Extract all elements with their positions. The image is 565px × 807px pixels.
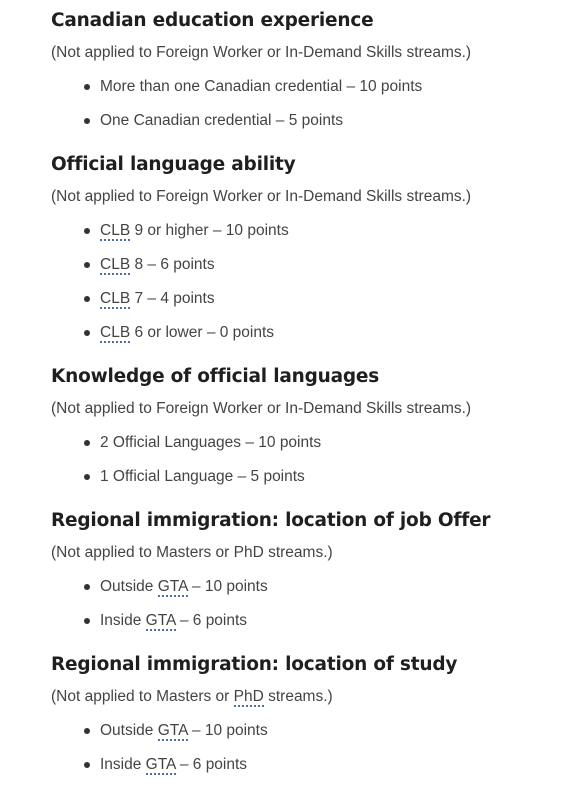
points-list: Outside GTA – 10 points Inside GTA – 6 p… (51, 714, 545, 782)
bullet-icon (84, 330, 90, 336)
section-heading: Canadian education experience (51, 10, 374, 31)
bullet-icon (84, 762, 90, 768)
gta-abbreviation[interactable]: GTA (145, 612, 176, 631)
item-prefix: Inside (100, 756, 146, 773)
list-item: More than one Canadian credential – 10 p… (84, 70, 545, 104)
section-heading: Knowledge of official languages (51, 366, 380, 387)
main-content: Canadian education experience (Not appli… (0, 0, 565, 782)
points-list: 2 Official Languages – 10 points 1 Offic… (51, 426, 545, 494)
gta-abbreviation[interactable]: GTA (157, 722, 188, 741)
list-item: 1 Official Language – 5 points (84, 460, 545, 494)
bullet-icon (84, 440, 90, 446)
points-list: CLB 9 or higher – 10 points CLB 8 – 6 po… (51, 214, 545, 350)
list-item: CLB 8 – 6 points (84, 248, 545, 282)
section-note: (Not applied to Foreign Worker or In-Dem… (51, 400, 472, 417)
note-suffix: streams.) (263, 688, 333, 705)
item-prefix: Inside (100, 612, 146, 629)
section-note: (Not applied to Foreign Worker or In-Dem… (51, 44, 472, 61)
list-item: One Canadian credential – 5 points (84, 104, 545, 138)
item-prefix: Outside (100, 722, 158, 739)
item-text: 8 – 6 points (130, 256, 215, 273)
item-text: – 10 points (187, 722, 268, 739)
section-regional-study: Regional immigration: location of study … (51, 650, 545, 782)
item-text: One Canadian credential – 5 points (100, 112, 343, 129)
points-list: Outside GTA – 10 points Inside GTA – 6 p… (51, 570, 545, 638)
section-note: (Not applied to Masters or PhD streams.) (51, 680, 545, 714)
item-text: 6 or lower – 0 points (130, 324, 275, 341)
list-item: Outside GTA – 10 points (84, 570, 545, 604)
item-text: – 6 points (175, 756, 248, 773)
list-item: Inside GTA – 6 points (84, 748, 545, 782)
points-list: More than one Canadian credential – 10 p… (51, 70, 545, 138)
section-heading: Regional immigration: location of study (51, 654, 458, 675)
bullet-icon (84, 296, 90, 302)
item-text: – 10 points (187, 578, 268, 595)
section-canadian-education: Canadian education experience (Not appli… (51, 6, 545, 138)
list-item: CLB 7 – 4 points (84, 282, 545, 316)
item-text: More than one Canadian credential – 10 p… (100, 78, 423, 95)
section-heading: Regional immigration: location of job Of… (51, 510, 491, 531)
item-text: 2 Official Languages – 10 points (100, 434, 322, 451)
item-prefix: Outside (100, 578, 158, 595)
clb-abbreviation[interactable]: CLB (100, 256, 131, 275)
item-text: – 6 points (175, 612, 248, 629)
bullet-icon (84, 474, 90, 480)
list-item: 2 Official Languages – 10 points (84, 426, 545, 460)
bullet-icon (84, 118, 90, 124)
clb-abbreviation[interactable]: CLB (100, 222, 131, 241)
bullet-icon (84, 262, 90, 268)
item-text: 7 – 4 points (130, 290, 215, 307)
gta-abbreviation[interactable]: GTA (145, 756, 176, 775)
item-text: 1 Official Language – 5 points (100, 468, 305, 485)
section-note: (Not applied to Foreign Worker or In-Dem… (51, 188, 472, 205)
clb-abbreviation[interactable]: CLB (100, 290, 131, 309)
phd-abbreviation[interactable]: PhD (233, 688, 264, 707)
list-item: Outside GTA – 10 points (84, 714, 545, 748)
bullet-icon (84, 84, 90, 90)
list-item: CLB 9 or higher – 10 points (84, 214, 545, 248)
bullet-icon (84, 584, 90, 590)
bullet-icon (84, 228, 90, 234)
note-prefix: (Not applied to Masters or (51, 688, 234, 705)
gta-abbreviation[interactable]: GTA (157, 578, 188, 597)
clb-abbreviation[interactable]: CLB (100, 324, 131, 343)
bullet-icon (84, 618, 90, 624)
section-note: (Not applied to Masters or PhD streams.) (51, 544, 333, 561)
section-knowledge-official-languages: Knowledge of official languages (Not app… (51, 362, 545, 494)
item-text: 9 or higher – 10 points (130, 222, 289, 239)
section-official-language-ability: Official language ability (Not applied t… (51, 150, 545, 350)
list-item: CLB 6 or lower – 0 points (84, 316, 545, 350)
section-regional-job-offer: Regional immigration: location of job Of… (51, 506, 545, 638)
list-item: Inside GTA – 6 points (84, 604, 545, 638)
section-heading: Official language ability (51, 154, 296, 175)
bullet-icon (84, 728, 90, 734)
